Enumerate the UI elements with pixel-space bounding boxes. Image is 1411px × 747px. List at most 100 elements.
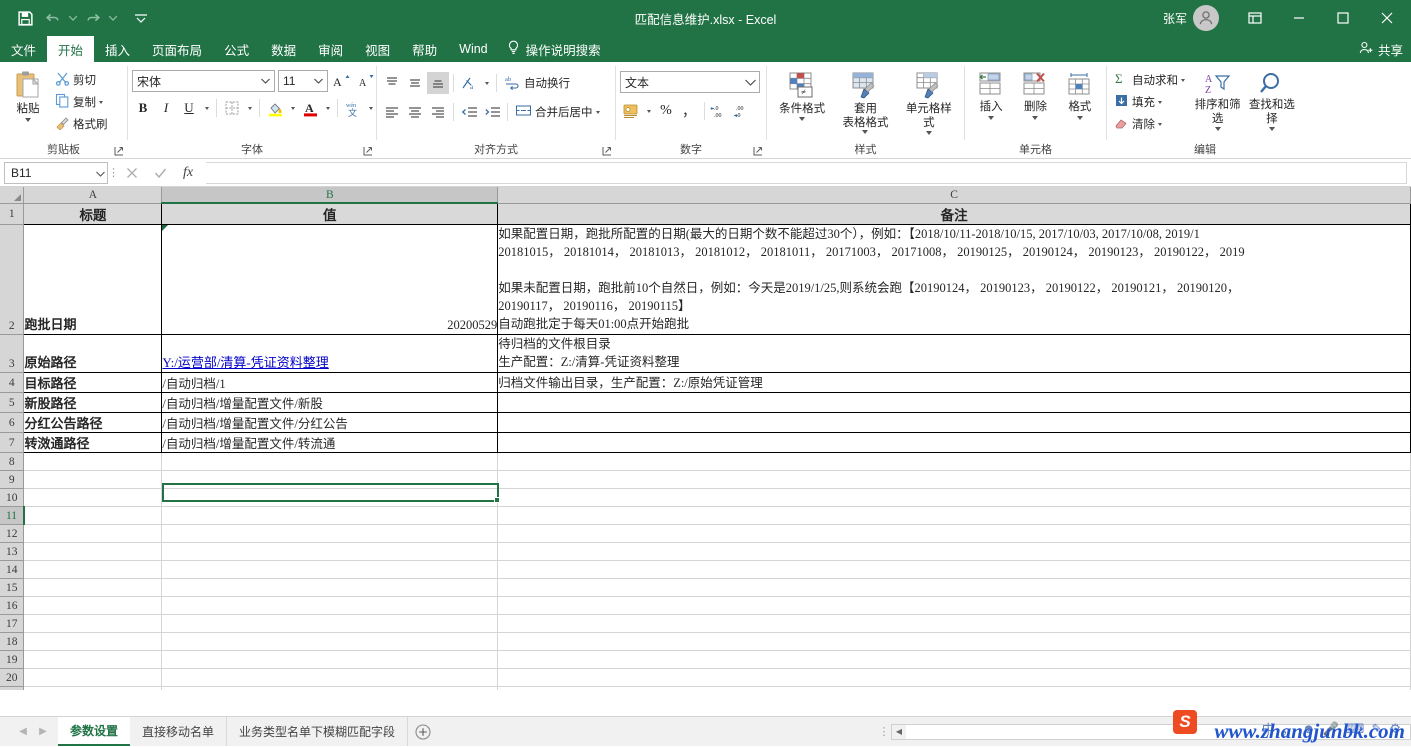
cell-b21[interactable]	[161, 686, 499, 690]
column-header-a[interactable]: A	[23, 187, 163, 204]
row-header-18[interactable]: 18	[0, 632, 25, 651]
middle-align-button[interactable]	[404, 72, 426, 94]
row-header-21[interactable]: 21	[0, 686, 25, 690]
cell-c12[interactable]	[497, 524, 1411, 543]
clear-dropdown-icon[interactable]	[1158, 122, 1162, 126]
cancel-icon[interactable]	[118, 162, 146, 184]
cell-a4[interactable]: 目标路径	[23, 372, 163, 393]
cell-a20[interactable]	[23, 668, 163, 687]
orientation-button[interactable]: a	[458, 72, 480, 94]
alignment-dialog-launcher[interactable]	[601, 145, 613, 157]
cell-a15[interactable]	[23, 578, 163, 597]
italic-button[interactable]: I	[155, 97, 177, 119]
row-header-2[interactable]: 2	[0, 224, 25, 335]
borders-button[interactable]	[221, 97, 243, 119]
cell-b5[interactable]: /自动归档/增量配置文件/新股	[161, 392, 499, 413]
cell-a12[interactable]	[23, 524, 163, 543]
cell-c2[interactable]: 如果配置日期，跑批所配置的日期(最大的日期个数不能超过30个），例如：【2018…	[497, 224, 1411, 335]
redo-dropdown-icon[interactable]	[108, 5, 118, 31]
accounting-format-button[interactable]	[620, 100, 642, 122]
cell-c18[interactable]	[497, 632, 1411, 651]
delete-dropdown-icon[interactable]	[1032, 116, 1039, 120]
table-format-dropdown-icon[interactable]	[862, 130, 869, 134]
formula-bar-splitter[interactable]: ⋮	[108, 167, 119, 178]
column-header-b[interactable]: B	[161, 187, 499, 204]
select-all-corner[interactable]	[0, 187, 25, 204]
cell-a13[interactable]	[23, 542, 163, 561]
cell-c16[interactable]	[497, 596, 1411, 615]
cell-b20[interactable]	[161, 668, 499, 687]
format-as-table-button[interactable]: 套用 表格格式	[833, 69, 897, 136]
cell-a1[interactable]: 标题	[23, 202, 163, 225]
delete-cells-button[interactable]: 删除	[1014, 69, 1056, 122]
add-sheet-button[interactable]	[408, 717, 438, 746]
cell-c14[interactable]	[497, 560, 1411, 579]
clear-button[interactable]: 清除	[1111, 113, 1191, 135]
row-header-15[interactable]: 15	[0, 578, 25, 597]
row-header-20[interactable]: 20	[0, 668, 25, 687]
cell-b15[interactable]	[161, 578, 499, 597]
tab-help[interactable]: 帮助	[401, 36, 448, 62]
cell-c19[interactable]	[497, 650, 1411, 669]
scroll-left-icon[interactable]: ◀	[892, 725, 906, 739]
row-header-9[interactable]: 9	[0, 470, 25, 489]
row-header-16[interactable]: 16	[0, 596, 25, 615]
row-header-4[interactable]: 4	[0, 372, 25, 393]
conditional-dropdown-icon[interactable]	[799, 117, 806, 121]
align-right-button[interactable]	[427, 101, 449, 123]
row-header-5[interactable]: 5	[0, 392, 25, 413]
cell-b14[interactable]	[161, 560, 499, 579]
maximize-icon[interactable]	[1321, 1, 1365, 35]
cell-b16[interactable]	[161, 596, 499, 615]
merge-center-button[interactable]: 合并后居中	[512, 101, 603, 123]
tab-view[interactable]: 视图	[354, 36, 401, 62]
cell-c8[interactable]	[497, 452, 1411, 471]
align-left-button[interactable]	[381, 101, 403, 123]
cell-c11[interactable]	[497, 506, 1411, 525]
row-header-17[interactable]: 17	[0, 614, 25, 633]
autosum-dropdown-icon[interactable]	[1181, 78, 1185, 82]
font-name-combo[interactable]: 宋体	[132, 70, 275, 92]
cell-c21[interactable]	[497, 686, 1411, 690]
sheet-tab-fuzzy-match-field[interactable]: 业务类型名单下模糊匹配字段	[227, 717, 409, 746]
sheet-tab-parameter-settings[interactable]: 参数设置	[58, 717, 131, 746]
fill-handle[interactable]	[494, 497, 500, 503]
bottom-align-button[interactable]	[427, 72, 449, 94]
cell-c20[interactable]	[497, 668, 1411, 687]
find-select-button[interactable]: 查找和选择	[1245, 69, 1299, 133]
cell-b19[interactable]	[161, 650, 499, 669]
prev-sheet-icon[interactable]: ◀	[14, 722, 32, 742]
number-format-combo[interactable]: 文本	[620, 71, 760, 93]
orientation-dropdown-icon[interactable]	[481, 72, 492, 94]
enter-icon[interactable]	[146, 162, 174, 184]
fill-color-dropdown-icon[interactable]	[287, 97, 298, 119]
close-icon[interactable]	[1365, 1, 1409, 35]
cell-a10[interactable]	[23, 488, 163, 507]
tab-wind[interactable]: Wind	[448, 36, 498, 62]
tab-file[interactable]: 文件	[0, 36, 47, 62]
cell-b4[interactable]: /自动归档/1	[161, 372, 499, 393]
cell-c9[interactable]	[497, 470, 1411, 489]
tab-formulas[interactable]: 公式	[213, 36, 260, 62]
font-color-button[interactable]: A	[299, 97, 321, 119]
bold-button[interactable]: B	[132, 97, 154, 119]
name-box[interactable]: B11	[4, 161, 108, 184]
cell-a14[interactable]	[23, 560, 163, 579]
minimize-icon[interactable]	[1277, 1, 1321, 35]
copy-button[interactable]: 复制	[52, 91, 111, 113]
row-header-13[interactable]: 13	[0, 542, 25, 561]
cell-c1[interactable]: 备注	[497, 202, 1411, 225]
cell-b18[interactable]	[161, 632, 499, 651]
avatar[interactable]	[1193, 5, 1219, 31]
row-header-8[interactable]: 8	[0, 452, 25, 471]
comma-style-button[interactable]: ，	[678, 100, 700, 122]
undo-icon[interactable]	[40, 5, 66, 31]
underline-dropdown-icon[interactable]	[201, 97, 212, 119]
format-dropdown-icon[interactable]	[1076, 116, 1083, 120]
autosum-button[interactable]: Σ 自动求和	[1111, 69, 1191, 91]
cell-b3-hyperlink[interactable]: Y:/运营部/清算-凭证资料整理	[163, 355, 329, 370]
font-dialog-launcher[interactable]	[362, 145, 374, 157]
cut-button[interactable]: 剪切	[52, 69, 111, 91]
share-button[interactable]: 共享	[1359, 36, 1411, 62]
row-header-1[interactable]: 1	[0, 203, 25, 225]
